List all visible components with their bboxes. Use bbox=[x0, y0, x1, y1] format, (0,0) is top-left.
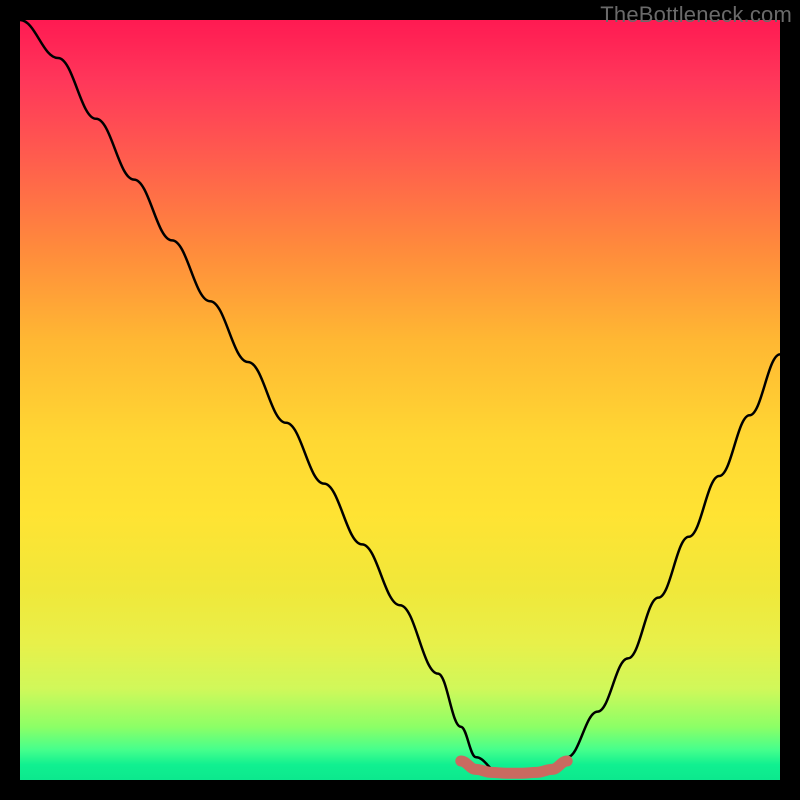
site-watermark: TheBottleneck.com bbox=[600, 2, 792, 28]
plot-area bbox=[20, 20, 780, 780]
bottleneck-curve bbox=[20, 20, 780, 780]
chart-frame: TheBottleneck.com bbox=[0, 0, 800, 800]
